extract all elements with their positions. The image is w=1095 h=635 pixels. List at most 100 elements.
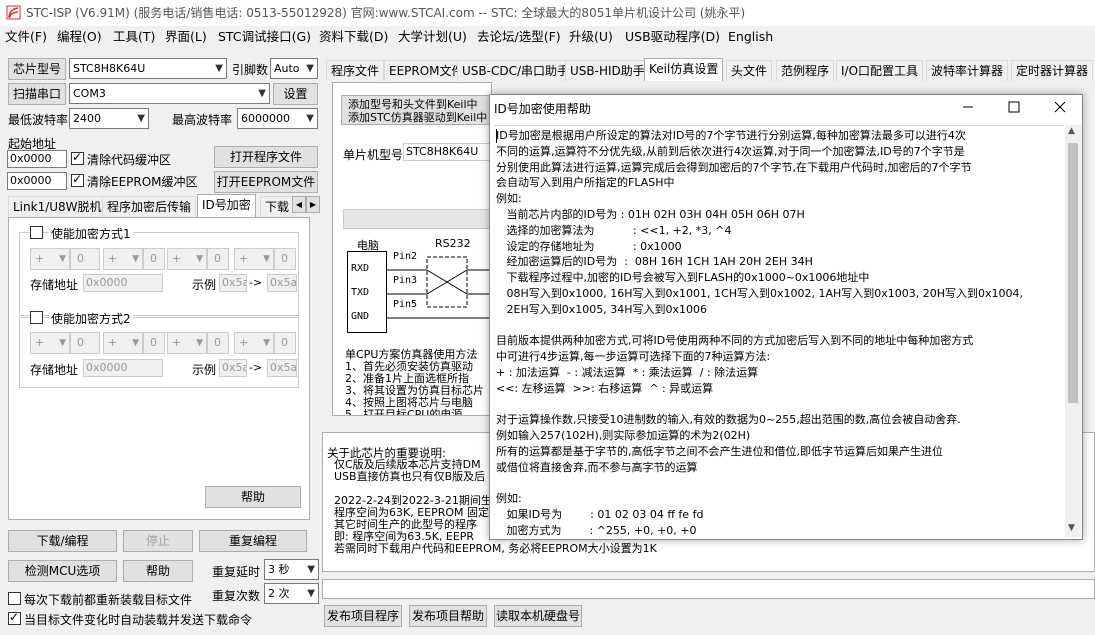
tab-program-file[interactable]: 程序文件 — [326, 60, 385, 81]
dialog-title-bar[interactable]: ID号加密使用帮助 — [490, 95, 1082, 121]
enable-encryption-1-checkbox[interactable] — [30, 226, 43, 239]
menu-interface[interactable]: 界面(L) — [165, 27, 207, 47]
chip-type-button[interactable]: 芯片型号 — [8, 58, 66, 80]
repeat-delay-value: 3 秒 — [268, 563, 290, 576]
id-help-button[interactable]: 帮助 — [205, 486, 301, 508]
help-text-line: 会自动写入到用户所指定的FLASH中 — [496, 176, 675, 190]
tab-id-encryption[interactable]: ID号加密 — [197, 194, 256, 217]
example-from-1: 0x5a — [219, 274, 247, 292]
maximize-icon[interactable] — [1006, 99, 1022, 115]
tab-io-config[interactable]: I/O口配置工具 — [836, 60, 924, 81]
left-tab-strip: Link1/U8W脱机 程序加密后传输 ID号加密 下载 ◀ ▶ — [8, 194, 320, 218]
clear-code-checkbox[interactable] — [71, 150, 84, 165]
chip-select[interactable]: STC8H8K64U ▼ — [69, 58, 227, 79]
reload-before-download-checkbox[interactable] — [8, 592, 21, 605]
menu-tools[interactable]: 工具(T) — [113, 27, 155, 47]
connection-diagram: 电脑 RS232 RXD TXD GND Pin2 Pin3 Pin5 — [347, 237, 491, 337]
help-text-line: 设定的存储地址为 : 0x1000 — [496, 239, 682, 253]
op1-value[interactable]: 0 — [70, 248, 100, 270]
op2-value[interactable]: 0 — [143, 248, 165, 270]
menu-university[interactable]: 大学计划(U) — [398, 27, 467, 47]
menu-file[interactable]: 文件(F) — [5, 27, 47, 47]
op5-select[interactable]: + ▼ — [30, 332, 70, 354]
op3-select[interactable]: + ▼ — [167, 248, 207, 270]
eeprom-address-input[interactable]: 0x0000 — [7, 172, 67, 190]
tab-timer-calc[interactable]: 定时器计算器 — [1011, 60, 1094, 81]
repeat-program-button[interactable]: 重复编程 — [199, 530, 307, 552]
tab-baud-calc[interactable]: 波特率计算器 — [926, 60, 1009, 81]
open-eeprom-button[interactable]: 打开EEPROM文件 — [214, 171, 318, 193]
download-program-button[interactable]: 下载/编程 — [8, 530, 117, 552]
op8-value[interactable]: 0 — [274, 332, 296, 354]
code-address-input[interactable]: 0x0000 — [7, 150, 67, 168]
pin-count-select[interactable]: Auto ▼ — [270, 58, 318, 79]
clear-eeprom-checkbox[interactable] — [71, 172, 84, 187]
dialog-scrollbar[interactable]: ▲ ▼ — [1065, 125, 1081, 537]
op6-value[interactable]: 0 — [143, 332, 165, 354]
op4-value[interactable]: 0 — [274, 248, 296, 270]
scroll-down-icon[interactable]: ▼ — [1068, 523, 1075, 533]
publish-help-button[interactable]: 发布项目帮助 — [409, 605, 487, 627]
op2-select[interactable]: + ▼ — [103, 248, 143, 270]
tab-examples[interactable]: 范例程序 — [776, 60, 835, 81]
tab-usb-hid[interactable]: USB-HID助手 — [565, 60, 650, 81]
op3-value[interactable]: 0 — [207, 248, 229, 270]
min-baud-select[interactable]: 2400 ▼ — [69, 108, 149, 129]
detect-mcu-button[interactable]: 检测MCU选项 — [8, 560, 117, 582]
title-bar: STC-ISP (V6.91M) (服务电话/销售电话: 0513-550129… — [0, 0, 1095, 26]
repeat-delay-select[interactable]: 3 秒 ▼ — [264, 559, 319, 580]
help-text-line: 所有的运算都是基于字节的,高低字节之间不会产生进位和借位,即低字节运算后如果产生… — [496, 445, 943, 458]
tab-header-file[interactable]: 头文件 — [726, 60, 773, 81]
op6-select[interactable]: + ▼ — [103, 332, 143, 354]
op5-value[interactable]: 0 — [70, 332, 100, 354]
scroll-up-icon[interactable]: ▲ — [1068, 126, 1075, 136]
op4-select[interactable]: + ▼ — [234, 248, 274, 270]
help-button-bottom[interactable]: 帮助 — [123, 560, 193, 582]
op7-select[interactable]: + ▼ — [167, 332, 207, 354]
stop-button[interactable]: 停止 — [123, 530, 193, 552]
menu-forum[interactable]: 去论坛/选型(F) — [477, 27, 561, 47]
op8-select[interactable]: + ▼ — [234, 332, 274, 354]
help-text-line: + : 加法运算 - : 减法运算 * : 乘法运算 / : 除法运算 — [496, 366, 759, 379]
close-icon[interactable] — [1052, 99, 1068, 115]
port-select[interactable]: COM3 ▼ — [69, 83, 270, 104]
tab-keil-simulation[interactable]: Keil仿真设置 — [644, 58, 724, 81]
menu-program[interactable]: 编程(O) — [57, 27, 102, 47]
tab-encrypted-transfer[interactable]: 程序加密后传输 — [102, 196, 197, 217]
help-text-line: 加密方式为 : ^255, +0, +0, +0 — [496, 524, 697, 537]
store-address-input-1[interactable]: 0x0000 — [83, 274, 163, 292]
tab-usb-cdc[interactable]: USB-CDC/串口助手 — [457, 60, 575, 81]
tab-eeprom-file[interactable]: EEPROM文件 — [384, 60, 469, 81]
menu-debug-interface[interactable]: STC调试接口(G) — [218, 27, 311, 47]
open-program-button[interactable]: 打开程序文件 — [214, 146, 318, 168]
help-text-line: 08H写入到0x1000, 16H写入到0x1001, 1CH写入到0x1002… — [496, 287, 1024, 300]
tab-scroll-left-button[interactable]: ◀ — [292, 196, 306, 213]
menu-english[interactable]: English — [728, 27, 773, 47]
minimize-icon[interactable] — [960, 99, 976, 115]
auto-download-checkbox[interactable] — [8, 610, 21, 625]
read-disk-id-button[interactable]: 读取本机硬盘号 — [494, 605, 582, 627]
example-from-2: 0x5a — [219, 359, 247, 377]
publish-program-button[interactable]: 发布项目程序 — [324, 605, 402, 627]
chevron-down-icon: ▼ — [196, 338, 203, 348]
dialog-text-area[interactable]: ID号加密是根据用户所设定的算法对ID号的7个字节进行分别运算,每种加密算法最多… — [494, 125, 1064, 537]
store-address-input-2[interactable]: 0x0000 — [83, 359, 163, 377]
tab-download[interactable]: 下载 — [260, 196, 295, 217]
repeat-count-select[interactable]: 2 次 ▼ — [264, 583, 319, 604]
settings-button[interactable]: 设置 — [273, 83, 318, 105]
keil-progress-bar — [343, 209, 491, 229]
menu-docs-download[interactable]: 资料下载(D) — [319, 27, 388, 47]
op1-select[interactable]: + ▼ — [30, 248, 70, 270]
menu-usb-driver[interactable]: USB驱动程序(D) — [625, 27, 720, 47]
max-baud-select[interactable]: 6000000 ▼ — [237, 108, 318, 129]
help-text-line: 分别使用此算法进行运算,运算完成后会得到加密后的7个字节,在下载用户代码时,加密… — [496, 160, 972, 174]
scroll-thumb[interactable] — [1068, 143, 1078, 403]
tab-scroll-right-button[interactable]: ▶ — [306, 196, 320, 213]
menu-upgrade[interactable]: 升级(U) — [569, 27, 613, 47]
enable-encryption-2-checkbox[interactable] — [30, 311, 43, 324]
chevron-down-icon: ▼ — [215, 63, 223, 74]
scan-port-button[interactable]: 扫描串口 — [8, 83, 66, 105]
tab-link1-offline[interactable]: Link1/U8W脱机 — [8, 196, 107, 217]
add-header-to-keil-button[interactable]: 添加型号和头文件到Keil中 添加STC仿真器驱动到Keil中 — [341, 95, 491, 125]
op7-value[interactable]: 0 — [207, 332, 229, 354]
